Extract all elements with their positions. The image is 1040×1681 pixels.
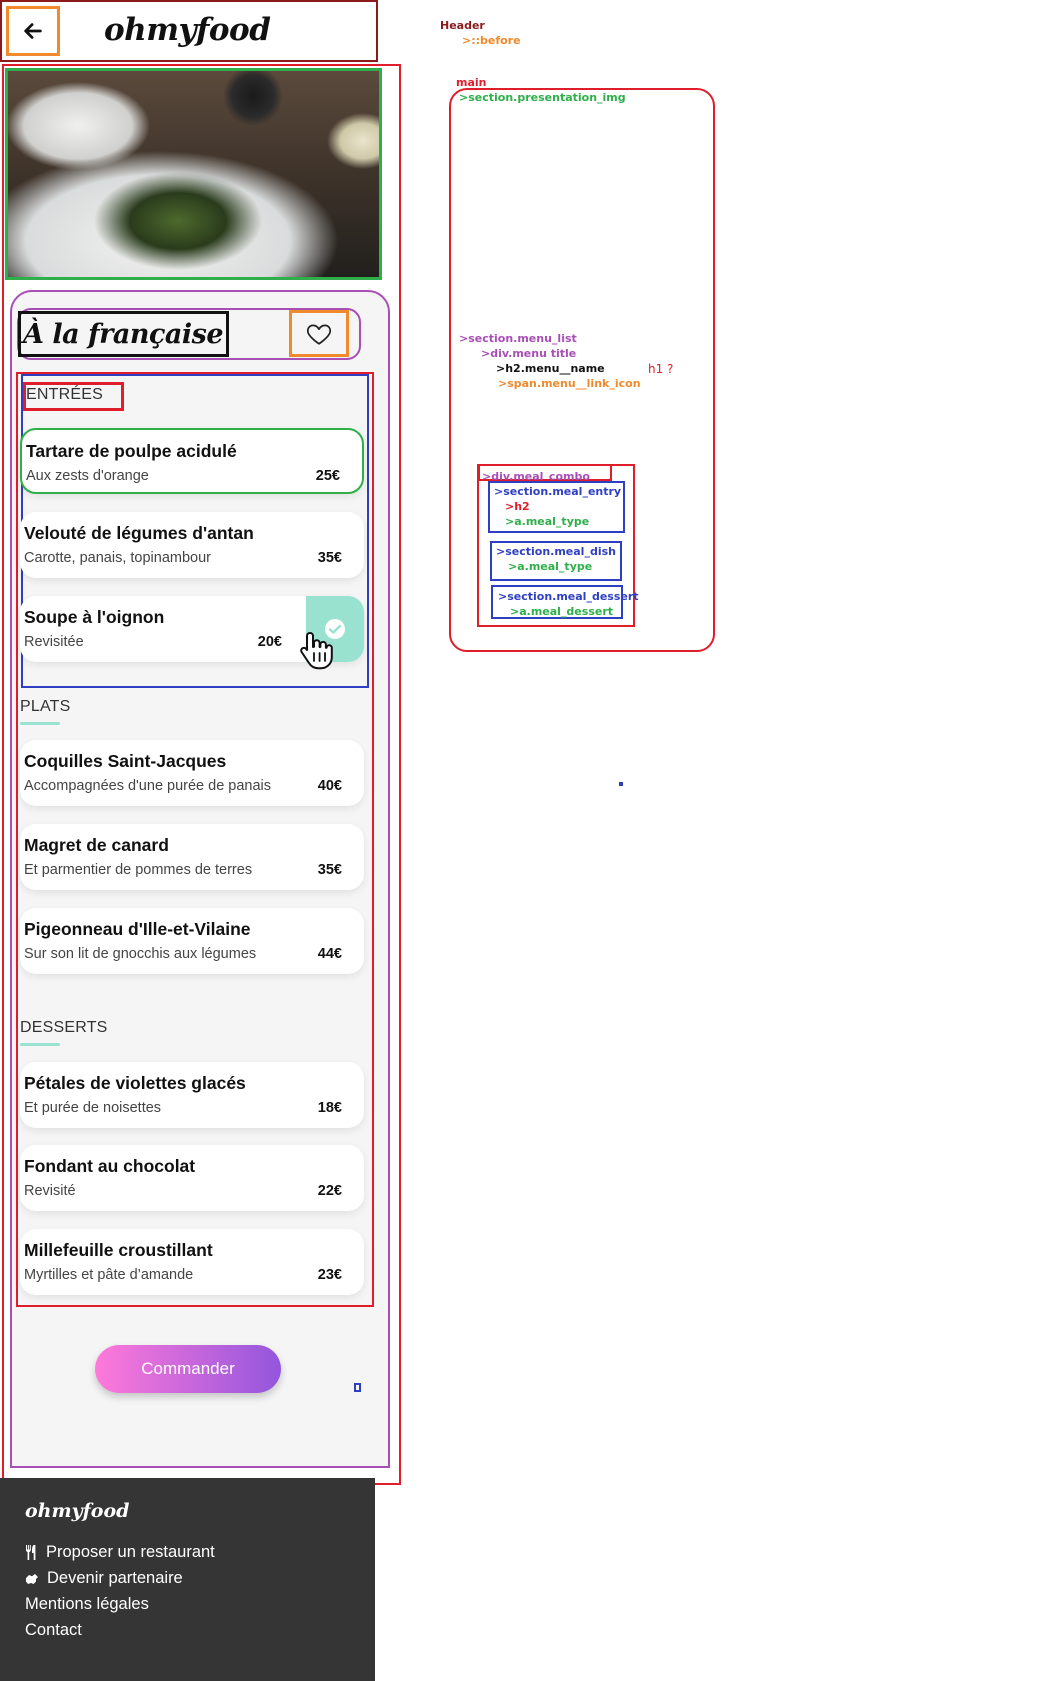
dish-card[interactable]: Pétales de violettes glacés Et purée de … (20, 1062, 364, 1128)
dish-description: Carotte, panais, topinambour (24, 550, 211, 566)
dish-price: 25€ (315, 468, 340, 484)
dish-price: 35€ (317, 550, 342, 566)
annotation-menu-list: >section.menu_list (459, 332, 577, 345)
annotation-header: Header (440, 19, 485, 32)
dish-name: Millefeuille croustillant (24, 1240, 213, 1260)
dish-description: Accompagnées d'une purée de panais (24, 778, 272, 794)
food-photo (8, 71, 379, 277)
dish-price: 40€ (317, 778, 342, 794)
dish-description: Aux zests d'orange (26, 468, 149, 484)
favorite-button[interactable] (289, 310, 349, 357)
utensils-icon (26, 1545, 36, 1560)
annotation-menu-name: >h2.menu__name (496, 362, 605, 375)
annotation-meal-entry: >section.meal_entry (494, 485, 622, 498)
annotation-meal-dessert: >section.meal_dessert (498, 590, 639, 603)
menu-name-text: À la française (23, 318, 224, 350)
footer-link-label: Devenir partenaire (47, 1569, 183, 1587)
footer-link-label: Contact (25, 1621, 82, 1639)
dish-name: Tartare de poulpe acidulé (26, 441, 237, 461)
category-underline (20, 1043, 60, 1046)
order-button[interactable]: Commander (95, 1345, 281, 1393)
dish-card[interactable]: Tartare de poulpe acidulé Aux zests d'or… (20, 428, 364, 494)
annotation-before: >::before (462, 34, 521, 47)
dish-price: 44€ (317, 946, 342, 962)
annotation-meal-dish: >section.meal_dish (496, 545, 616, 558)
annotation-mark (354, 1383, 361, 1392)
hand-pointer-icon (300, 632, 333, 670)
dish-name: Coquilles Saint-Jacques (24, 751, 227, 771)
presentation-image (5, 68, 382, 280)
category-desserts: DESSERTS (20, 1019, 108, 1036)
dish-name: Fondant au chocolat (24, 1156, 196, 1176)
menu-name: À la française (18, 311, 229, 357)
dish-description: Sur son lit de gnocchis aux légumes (24, 946, 257, 962)
dish-name: Magret de canard (24, 835, 169, 855)
annotation-presentation-img: >section.presentation_img (459, 91, 626, 104)
dish-description: Et purée de noisettes (24, 1100, 162, 1116)
dish-description: Revisité (24, 1183, 76, 1199)
annotation-h2: >h2 (505, 500, 530, 513)
category-plats: PLATS (20, 698, 71, 715)
dish-card[interactable]: Fondant au chocolat Revisité 22€ (20, 1145, 364, 1211)
dish-description: Revisitée (24, 634, 84, 650)
annotation-link-icon: >span.menu__link_icon (498, 377, 641, 390)
dish-card[interactable]: Coquilles Saint-Jacques Accompagnées d'u… (20, 740, 364, 806)
category-entrees: ENTRÉES (26, 386, 103, 403)
dish-price: 20€ (257, 634, 282, 650)
footer-link-propose-restaurant[interactable]: Proposer un restaurant (25, 1543, 215, 1562)
dish-card[interactable]: Velouté de légumes d'antan Carotte, pana… (20, 512, 364, 578)
footer-link-label: Mentions légales (25, 1595, 149, 1613)
dish-card[interactable]: Magret de canard Et parmentier de pommes… (20, 824, 364, 890)
dish-name: Soupe à l'oignon (24, 607, 165, 627)
handshake-icon (26, 1574, 38, 1584)
annotation-meal-type-2: >a.meal_type (508, 560, 593, 573)
footer-link-legal[interactable]: Mentions légales (25, 1595, 149, 1614)
dish-name: Velouté de légumes d'antan (24, 523, 254, 543)
dish-card[interactable]: Pigeonneau d'Ille-et-Vilaine Sur son lit… (20, 908, 364, 974)
dish-price: 35€ (317, 862, 342, 878)
footer-link-label: Proposer un restaurant (46, 1543, 215, 1561)
dish-price: 22€ (317, 1183, 342, 1199)
brand-logo[interactable]: ohmyfood (104, 12, 271, 48)
dish-description: Et parmentier de pommes de terres (24, 862, 253, 878)
annotation-meal-type-1: >a.meal_type (505, 515, 590, 528)
dish-description: Myrtilles et pâte d’amande (24, 1267, 194, 1283)
dish-price: 23€ (317, 1267, 342, 1283)
dish-price: 18€ (317, 1100, 342, 1116)
category-underline (20, 722, 60, 725)
annotation-menutitle: >div.menu title (481, 347, 577, 360)
dish-card[interactable]: Millefeuille croustillant Myrtilles et p… (20, 1229, 364, 1295)
footer-link-contact[interactable]: Contact (25, 1621, 82, 1640)
dish-name: Pétales de violettes glacés (24, 1073, 246, 1093)
annotation-dot (619, 782, 623, 786)
arrow-left-icon (24, 23, 42, 39)
footer-brand[interactable]: ohmyfood (25, 1500, 129, 1522)
heart-outline-icon (306, 323, 332, 345)
footer-link-partner[interactable]: Devenir partenaire (25, 1569, 183, 1588)
annotation-a-meal-dessert: >a.meal_dessert (510, 605, 614, 618)
annotation-h1-question: h1 ? (648, 362, 674, 376)
dish-name: Pigeonneau d'Ille-et-Vilaine (24, 919, 251, 939)
back-button[interactable] (6, 6, 60, 56)
